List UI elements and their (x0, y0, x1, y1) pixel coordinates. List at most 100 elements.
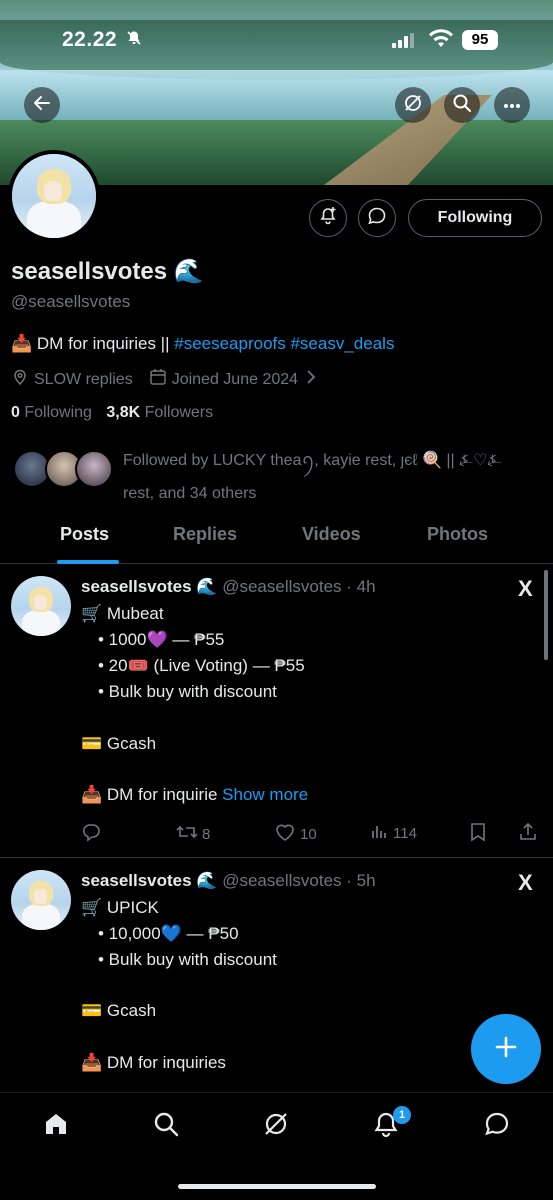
tweet-line: • Bulk buy with discount (98, 682, 277, 701)
nav-home[interactable] (41, 1111, 71, 1141)
more-button[interactable] (494, 87, 530, 123)
tweet-avatar[interactable] (11, 870, 71, 930)
compose-plus-icon (494, 1035, 518, 1064)
home-indicator (178, 1184, 376, 1189)
scrollbar[interactable] (544, 570, 548, 660)
back-button[interactable] (24, 87, 60, 123)
search-icon (452, 93, 472, 118)
search-button[interactable] (444, 87, 480, 123)
grok-button[interactable] (395, 87, 431, 123)
profile-handle: @seasellsvotes (11, 292, 131, 311)
back-arrow-icon (33, 94, 51, 117)
x-logo: X (518, 576, 533, 601)
bio-text: DM for inquiries || (36, 334, 170, 353)
search-icon (152, 1110, 180, 1143)
reply-icon (81, 822, 101, 846)
tweet-line-text: 📥 DM for inquirie (81, 785, 218, 804)
chevron-right-icon[interactable] (306, 370, 321, 389)
profile-avatar[interactable] (8, 150, 100, 242)
followed-by-section[interactable]: Followed by LUCKY theaꪆ, kayie rest, ȷєℓ… (11, 444, 541, 502)
nav-search[interactable] (151, 1111, 181, 1141)
nav-grok[interactable] (261, 1111, 291, 1141)
followers-label: Followers (144, 404, 214, 421)
following-button[interactable]: Following (408, 199, 542, 237)
battery-indicator: 95 (462, 30, 498, 50)
repost-icon (176, 822, 198, 846)
tweet-line: • Bulk buy with discount (98, 950, 277, 969)
message-icon (367, 206, 387, 231)
tab-photos[interactable]: Photos (427, 524, 488, 545)
bio-hashtags[interactable]: #seeseaproofs #seasv_deals (174, 334, 394, 353)
tweet-line: 📥 DM for inquiries (81, 1053, 226, 1072)
status-time: 22.22 (62, 28, 118, 51)
followers-count: 3,8K (106, 404, 141, 421)
tweet-line: 🛒 Mubeat (81, 604, 164, 623)
share-button[interactable] (518, 822, 538, 846)
message-button[interactable] (358, 199, 396, 237)
followed-by-text: Followed by LUCKY theaꪆ, kayie rest, ȷєℓ… (123, 452, 502, 502)
tweet-meta: @seasellsvotes · 4h (222, 577, 376, 596)
location-icon (11, 368, 34, 391)
wave-emoji: 🌊 (173, 257, 204, 285)
following-count: 0 (11, 404, 20, 421)
home-icon (42, 1110, 70, 1143)
location-text: SLOW replies (34, 370, 133, 388)
tweet-meta: @seasellsvotes · 5h (222, 871, 376, 890)
tab-posts[interactable]: Posts (60, 524, 109, 545)
tweet-line: • 10,000💙 — ₱50 (98, 924, 239, 943)
tweet-avatar[interactable] (11, 576, 71, 636)
more-icon (503, 96, 521, 114)
share-icon (518, 822, 538, 846)
bookmark-button[interactable] (469, 822, 487, 846)
cellular-signal-icon (392, 32, 414, 48)
tweet-line: • 1000💜 — ₱55 (98, 630, 225, 649)
like-button[interactable]: 10 (274, 822, 317, 846)
tweet[interactable]: seasellsvotes 🌊 @seasellsvotes · 5h X 🛒 … (0, 858, 553, 1092)
reply-button[interactable] (81, 822, 101, 846)
display-name-text: seasellsvotes (11, 258, 168, 285)
following-label: Following (24, 404, 92, 421)
tweet-line: 🛒 UPICK (81, 898, 159, 917)
tweet-author[interactable]: seasellsvotes 🌊 (81, 871, 217, 890)
wifi-icon (428, 29, 454, 54)
tab-replies[interactable]: Replies (173, 524, 237, 545)
tweet-line: • 20🎟️ (Live Voting) — ₱55 (98, 656, 305, 675)
follow-stats: 0 Following 3,8K Followers (11, 404, 213, 422)
compose-button[interactable] (471, 1014, 541, 1084)
display-name: seasellsvotes 🌊 (11, 257, 204, 286)
tweet-line: 💳 Gcash (81, 734, 157, 753)
tweet-author[interactable]: seasellsvotes 🌊 (81, 577, 217, 596)
message-icon (483, 1110, 511, 1143)
show-more-link[interactable]: Show more (222, 785, 308, 804)
calendar-icon (149, 368, 172, 391)
followers-stat[interactable]: 3,8K Followers (106, 404, 213, 421)
profile-meta: SLOW replies Joined June 2024 (11, 368, 321, 391)
tweet-actions: 8 10 114 (81, 822, 541, 846)
views-icon (371, 822, 389, 844)
notifications-badge: 1 (393, 1106, 411, 1124)
tweet-line: 📥 DM for inquirie Show more (81, 785, 308, 805)
repost-count: 8 (202, 825, 211, 843)
following-stat[interactable]: 0 Following (11, 404, 92, 421)
like-icon (274, 822, 296, 846)
grok-icon (403, 93, 423, 118)
views-count: 114 (393, 824, 417, 842)
nav-messages[interactable] (482, 1111, 512, 1141)
like-count: 10 (300, 825, 317, 843)
tab-videos[interactable]: Videos (302, 524, 361, 545)
tweet[interactable]: seasellsvotes 🌊 @seasellsvotes · 4h X 🛒 … (0, 564, 553, 858)
notify-plus-icon (318, 206, 338, 231)
status-bar: 22.22 95 (0, 28, 553, 56)
notify-button[interactable] (309, 199, 347, 237)
profile-tabs: Posts Replies Videos Photos (0, 516, 553, 564)
grok-icon (262, 1110, 290, 1143)
inbox-emoji: 📥 (11, 334, 33, 354)
views-button[interactable]: 114 (371, 822, 417, 844)
bell-muted-icon (126, 30, 142, 51)
bookmark-icon (469, 822, 487, 846)
tweet-header: seasellsvotes 🌊 @seasellsvotes · 5h (81, 871, 376, 891)
tweet-header: seasellsvotes 🌊 @seasellsvotes · 4h (81, 577, 376, 597)
tweet-line: 💳 Gcash (81, 1001, 157, 1020)
joined-text: Joined June 2024 (171, 370, 299, 388)
repost-button[interactable]: 8 (176, 822, 210, 846)
